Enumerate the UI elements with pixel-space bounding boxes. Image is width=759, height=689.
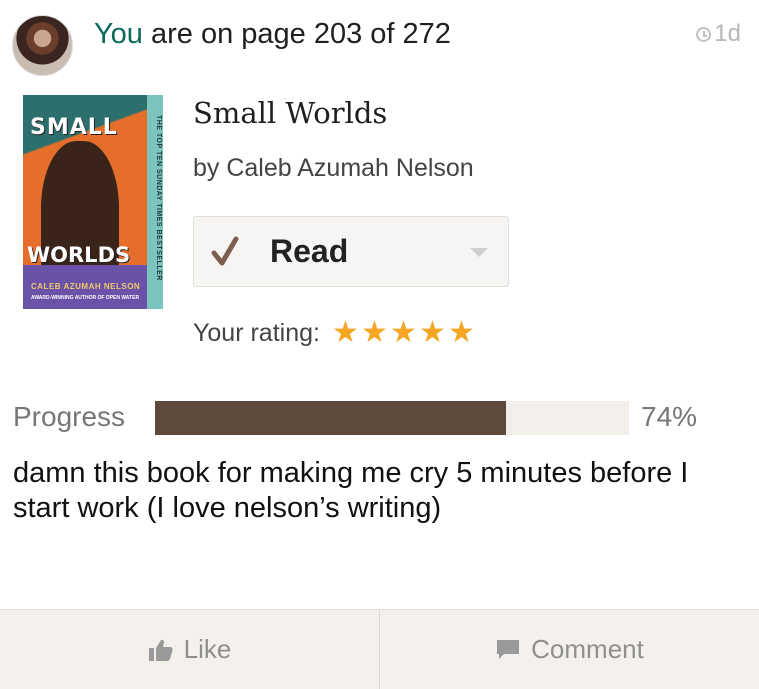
- check-icon: [211, 236, 239, 266]
- cover-spine: THE TOP TEN SUNDAY TIMES BESTSELLER: [147, 95, 163, 309]
- progress-percent: 74%: [641, 401, 698, 432]
- reading-status-headline: You are on page 203 of 272: [94, 17, 451, 51]
- progress-label: Progress: [13, 401, 126, 432]
- book-title[interactable]: Small Worlds: [193, 96, 387, 130]
- review-text: damn this book for making me cry 5 minut…: [13, 457, 689, 524]
- timestamp: 1d: [696, 20, 741, 48]
- you-link[interactable]: You: [94, 18, 143, 50]
- timestamp-text: 1d: [714, 20, 741, 47]
- thumbs-up-icon: [148, 639, 173, 661]
- star-icon[interactable]: ★: [389, 318, 418, 348]
- book-author[interactable]: by Caleb Azumah Nelson: [193, 154, 474, 183]
- book-cover[interactable]: SMALL WORLDS CALEB AZUMAH NELSON AWARD-W…: [23, 95, 163, 309]
- cover-title-line2: WORLDS: [27, 243, 131, 267]
- shelf-status-label: Read: [270, 233, 349, 269]
- clock-icon: [696, 26, 712, 42]
- star-rating[interactable]: ★ ★ ★ ★ ★: [331, 318, 476, 348]
- like-label: Like: [183, 634, 232, 664]
- comment-button[interactable]: Comment: [379, 610, 759, 689]
- cover-author: CALEB AZUMAH NELSON: [31, 282, 141, 291]
- avatar[interactable]: [12, 15, 73, 76]
- cover-spine-text: THE TOP TEN SUNDAY TIMES BESTSELLER: [155, 115, 162, 281]
- chevron-down-icon: [470, 248, 488, 257]
- comment-icon: [497, 639, 520, 659]
- shelf-status-button[interactable]: Read: [193, 216, 509, 287]
- status-text: are on page 203 of 272: [142, 18, 451, 50]
- cover-title-line1: SMALL: [30, 115, 118, 140]
- cover-author-note: AWARD-WINNING AUTHOR OF OPEN WATER: [31, 295, 140, 301]
- action-bar: Like Comment: [0, 609, 759, 689]
- star-icon[interactable]: ★: [447, 318, 476, 348]
- star-icon[interactable]: ★: [360, 318, 389, 348]
- comment-label: Comment: [531, 634, 644, 664]
- star-icon[interactable]: ★: [331, 318, 360, 348]
- like-button[interactable]: Like: [0, 610, 379, 689]
- rating-label: Your rating:: [193, 318, 320, 347]
- rating-row: Your rating: ★ ★ ★ ★ ★: [193, 318, 476, 348]
- progress-bar-fill: [155, 401, 506, 435]
- star-icon[interactable]: ★: [418, 318, 447, 348]
- progress-bar: [155, 401, 629, 435]
